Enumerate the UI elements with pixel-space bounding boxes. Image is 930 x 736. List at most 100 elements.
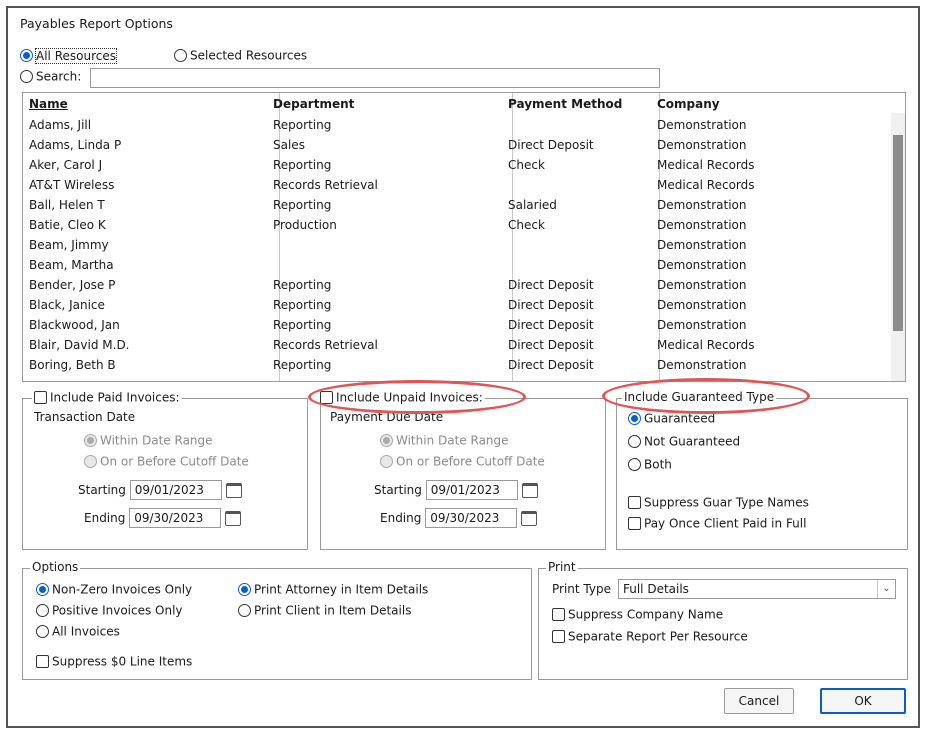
selected-resources-radio[interactable]: Selected Resources [174,48,307,63]
selected-resources-label: Selected Resources [190,48,308,63]
radio-icon [36,625,49,638]
radio-selected-icon [20,49,33,62]
paid-on-before-label: On or Before Cutoff Date [100,454,249,469]
radio-icon [238,604,251,617]
unpaid-within-range-label: Within Date Range [396,433,509,448]
cancel-button[interactable]: Cancel [724,688,794,714]
print-client-radio[interactable]: Print Client in Item Details [238,603,411,618]
window-title: Payables Report Options [20,16,173,31]
non-zero-invoices-radio[interactable]: Non-Zero Invoices Only [36,582,192,597]
print-attorney-label: Print Attorney in Item Details [254,582,429,597]
column-header-payment-method[interactable]: Payment Method [508,97,622,111]
cell-name: Blackwood, Jan [29,318,120,332]
table-row[interactable]: Black, Janice Reporting Direct Deposit D… [23,295,893,315]
all-resources-radio[interactable]: All Resources [20,47,117,64]
calendar-icon[interactable] [225,510,242,526]
calendar-icon[interactable] [521,510,538,526]
table-row[interactable]: Aker, Carol J Reporting Check Medical Re… [23,155,893,175]
column-header-company[interactable]: Company [657,97,720,111]
both-radio[interactable]: Both [628,457,672,472]
cell-company: Demonstration [657,258,747,272]
table-row[interactable]: AT&T Wireless Records Retrieval Medical … [23,175,893,195]
table-row[interactable]: Blair, David M.D. Records Retrieval Dire… [23,335,893,355]
radio-icon [628,435,641,448]
cell-company: Demonstration [657,318,747,332]
chevron-down-icon[interactable]: ⌄ [877,580,895,598]
print-type-select[interactable]: Full Details ⌄ [618,579,896,599]
paid-on-before-radio[interactable]: On or Before Cutoff Date [84,454,249,469]
table-row[interactable]: Batie, Cleo K Production Check Demonstra… [23,215,893,235]
radio-icon [174,49,187,62]
print-type-label: Print Type [552,582,611,596]
cell-department: Reporting [273,358,332,372]
table-row[interactable]: Blackwood, Jan Reporting Direct Deposit … [23,315,893,335]
cell-name: Beam, Martha [29,258,114,272]
suppress-guar-type-checkbox[interactable]: Suppress Guar Type Names [628,495,809,510]
cell-department: Records Retrieval [273,338,378,352]
list-header: Name Department Payment Method Company [23,93,905,115]
cell-department: Reporting [273,278,332,292]
print-title: Print [546,560,578,574]
table-row[interactable]: Beam, Martha Demonstration [23,255,893,275]
separate-report-checkbox[interactable]: Separate Report Per Resource [552,629,748,644]
cell-department: Reporting [273,298,332,312]
both-label: Both [644,457,672,472]
paid-invoices-label: Include Paid Invoices: [50,390,180,405]
scrollbar-thumb[interactable] [893,135,903,331]
cell-department: Reporting [273,158,332,172]
cell-payment-method: Direct Deposit [508,358,594,372]
cell-company: Demonstration [657,278,747,292]
search-input[interactable] [90,68,660,88]
column-header-name[interactable]: Name [29,97,68,111]
checkbox-icon [552,608,565,621]
paid-within-range-radio[interactable]: Within Date Range [84,433,213,448]
not-guaranteed-radio[interactable]: Not Guaranteed [628,434,740,449]
table-row[interactable]: Beam, Jimmy Demonstration [23,235,893,255]
calendar-icon[interactable] [225,482,242,498]
cell-company: Demonstration [657,118,747,132]
radio-selected-icon [84,434,97,447]
table-row[interactable]: Bender, Jose P Reporting Direct Deposit … [23,275,893,295]
unpaid-on-before-label: On or Before Cutoff Date [396,454,545,469]
ok-button[interactable]: OK [820,688,906,714]
cell-payment-method: Salaried [508,198,557,212]
all-invoices-radio[interactable]: All Invoices [36,624,120,639]
suppress-company-checkbox[interactable]: Suppress Company Name [552,607,723,622]
paid-invoices-checkbox[interactable]: Include Paid Invoices: [32,390,182,405]
search-radio[interactable]: Search: [20,69,81,84]
cell-name: Aker, Carol J [29,158,103,172]
table-row[interactable]: Adams, Jill Reporting Demonstration [23,115,893,135]
table-row[interactable]: Adams, Linda P Sales Direct Deposit Demo… [23,135,893,155]
paid-starting-date-input[interactable]: 09/01/2023 [129,480,222,500]
calendar-icon[interactable] [521,482,538,498]
cell-payment-method: Check [508,158,545,172]
positive-invoices-label: Positive Invoices Only [52,603,183,618]
pay-once-checkbox[interactable]: Pay Once Client Paid in Full [628,516,806,531]
print-attorney-radio[interactable]: Print Attorney in Item Details [238,582,428,597]
paid-ending-date-input[interactable]: 09/30/2023 [129,508,222,528]
not-guaranteed-label: Not Guaranteed [644,434,741,449]
unpaid-starting-date-input[interactable]: 09/01/2023 [425,480,518,500]
cell-name: Blair, David M.D. [29,338,130,352]
pay-once-label: Pay Once Client Paid in Full [644,516,807,531]
guaranteed-radio[interactable]: Guaranteed [628,411,715,426]
radio-selected-icon [36,583,49,596]
cell-name: Bender, Jose P [29,278,116,292]
unpaid-ending-date-input[interactable]: 09/30/2023 [425,508,518,528]
column-header-department[interactable]: Department [273,97,354,111]
cell-company: Demonstration [657,358,747,372]
unpaid-within-range-radio[interactable]: Within Date Range [380,433,509,448]
unpaid-on-before-radio[interactable]: On or Before Cutoff Date [380,454,545,469]
cell-payment-method: Direct Deposit [508,278,594,292]
checkbox-icon [36,655,49,668]
resource-list[interactable]: Name Department Payment Method Company A… [22,92,906,382]
cell-company: Demonstration [657,218,747,232]
separate-report-label: Separate Report Per Resource [568,629,748,644]
table-row[interactable]: Ball, Helen T Reporting Salaried Demonst… [23,195,893,215]
suppress-zero-line-items-checkbox[interactable]: Suppress $0 Line Items [36,654,192,669]
table-row[interactable]: Boring, Beth B Reporting Direct Deposit … [23,355,893,375]
paid-starting-row: Starting 09/01/2023 [78,480,242,500]
positive-invoices-radio[interactable]: Positive Invoices Only [36,603,183,618]
suppress-zero-line-items-label: Suppress $0 Line Items [52,654,193,669]
unpaid-invoices-checkbox[interactable]: Include Unpaid Invoices: [318,390,485,405]
